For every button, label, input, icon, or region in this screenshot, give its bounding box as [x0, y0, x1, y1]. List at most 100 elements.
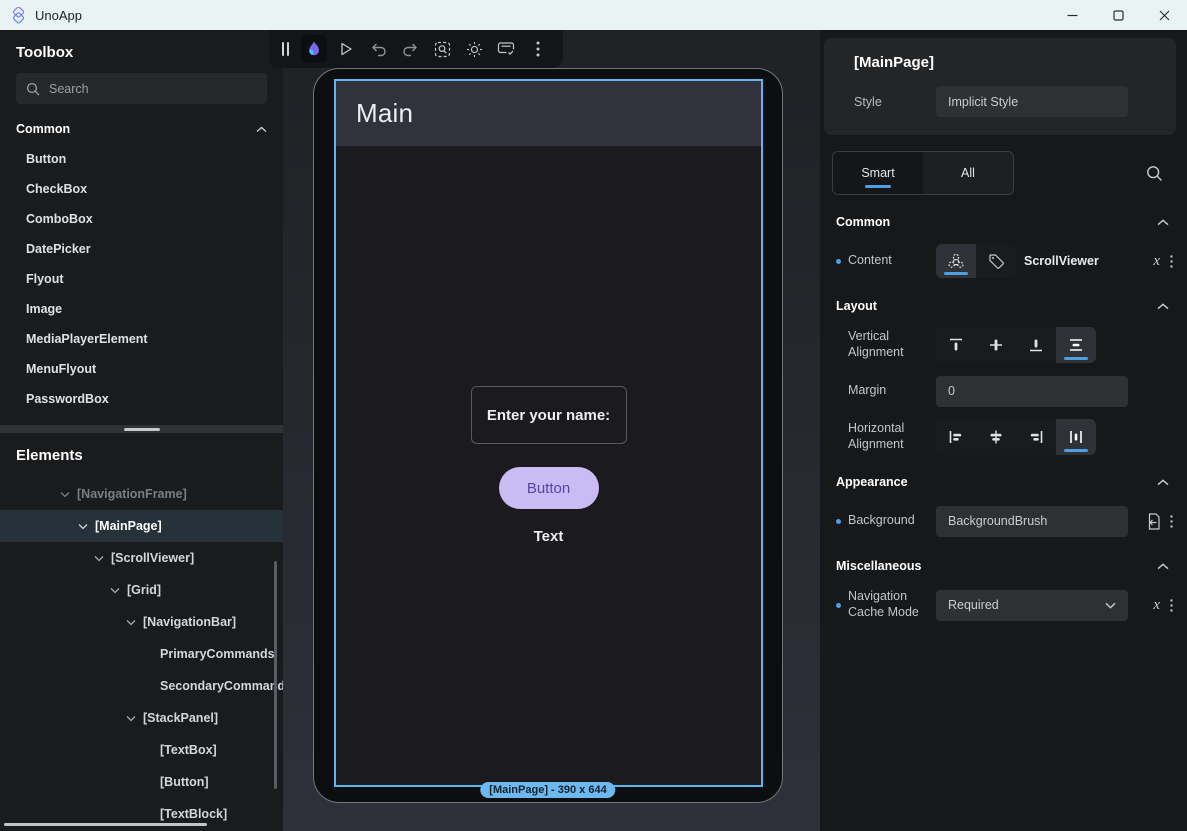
- chevron-down-icon[interactable]: [110, 587, 120, 594]
- section-appearance[interactable]: Appearance: [820, 471, 1187, 493]
- tree-item-secondarycommands[interactable]: SecondaryCommands: [0, 670, 283, 702]
- phone-nav-bar[interactable]: Main: [336, 81, 761, 146]
- property-row-navigation-cache-mode: Navigation Cache Mode Required x: [820, 587, 1187, 623]
- tab-all[interactable]: All: [923, 152, 1013, 194]
- kebab-menu-icon[interactable]: [1170, 515, 1173, 528]
- chevron-down-icon[interactable]: [126, 619, 136, 626]
- toolbox-item-menuflyout[interactable]: MenuFlyout: [0, 354, 283, 384]
- chevron-up-icon: [1157, 479, 1169, 486]
- maximize-button[interactable]: [1095, 0, 1141, 30]
- undo-icon: [370, 42, 387, 57]
- tree-item-primarycommands[interactable]: PrimaryCommands: [0, 638, 283, 670]
- modified-indicator-dot: [836, 519, 841, 524]
- inspect-element-button[interactable]: [429, 35, 455, 63]
- halign-stretch-button[interactable]: [1056, 419, 1096, 455]
- theme-toggle-button[interactable]: [461, 35, 487, 63]
- kebab-menu-icon[interactable]: [1170, 599, 1173, 612]
- close-button[interactable]: [1141, 0, 1187, 30]
- play-icon: [338, 41, 354, 57]
- valign-stretch-button[interactable]: [1056, 327, 1096, 363]
- redo-button[interactable]: [397, 35, 423, 63]
- toolbox-item-button[interactable]: Button: [0, 144, 283, 174]
- minimize-button[interactable]: [1049, 0, 1095, 30]
- device-options-button[interactable]: [493, 35, 519, 63]
- margin-label: Margin: [848, 383, 926, 399]
- kebab-menu-icon[interactable]: [1170, 255, 1173, 268]
- property-row-margin: Margin 0: [820, 373, 1187, 409]
- tree-item-textbox[interactable]: [TextBox]: [0, 734, 283, 766]
- valign-top-button[interactable]: [936, 327, 976, 363]
- uno-logo-icon: [10, 7, 27, 24]
- toolbar-drag-handle-icon[interactable]: [279, 35, 291, 63]
- chevron-down-icon[interactable]: [60, 491, 70, 498]
- element-tree: [NavigationFrame] [MainPage] [ScrollView…: [0, 478, 283, 830]
- stretch-horizontal-icon: [1067, 428, 1085, 446]
- phone-page-body[interactable]: Enter your name: Button Text: [336, 146, 761, 785]
- elements-horizontal-scrollbar[interactable]: [4, 823, 207, 826]
- toolbox-item-flyout[interactable]: Flyout: [0, 264, 283, 294]
- tree-item-button[interactable]: [Button]: [0, 766, 283, 798]
- toolbox-item-image[interactable]: Image: [0, 294, 283, 324]
- toolbox-item-mediaplayerelement[interactable]: MediaPlayerElement: [0, 324, 283, 354]
- toolbox-item-checkbox[interactable]: CheckBox: [0, 174, 283, 204]
- properties-search-icon[interactable]: [1146, 165, 1163, 182]
- tree-item-navigationbar[interactable]: [NavigationBar]: [0, 606, 283, 638]
- chevron-down-icon[interactable]: [94, 555, 104, 562]
- horizontal-alignment-toggle: [936, 419, 1096, 455]
- tag-icon: [988, 253, 1005, 270]
- content-value[interactable]: ScrollViewer: [1024, 254, 1099, 268]
- mainpage-selection-outline[interactable]: Main Enter your name: Button Text: [334, 79, 763, 787]
- halign-left-button[interactable]: [936, 419, 976, 455]
- panel-splitter[interactable]: [0, 425, 283, 433]
- toolbox-section-common[interactable]: Common: [0, 118, 283, 140]
- content-element-mode-button[interactable]: [936, 244, 976, 278]
- toolbox-item-combobox[interactable]: ComboBox: [0, 204, 283, 234]
- elements-panel: Elements [NavigationFrame] [MainPage] [S…: [0, 433, 283, 831]
- resource-reference-icon[interactable]: [1146, 513, 1160, 530]
- tab-smart[interactable]: Smart: [833, 152, 923, 194]
- margin-input[interactable]: 0: [936, 376, 1128, 407]
- binding-icon[interactable]: x: [1153, 597, 1160, 614]
- hot-design-flame-button[interactable]: [301, 35, 327, 63]
- phone-textbox[interactable]: Enter your name:: [471, 386, 627, 444]
- phone-page-title[interactable]: Main: [356, 98, 413, 129]
- toolbox-item-datepicker[interactable]: DatePicker: [0, 234, 283, 264]
- background-input[interactable]: BackgroundBrush: [936, 506, 1128, 537]
- chevron-down-icon: [1105, 602, 1116, 609]
- tree-item-mainpage[interactable]: [MainPage]: [0, 510, 283, 542]
- tree-item-scrollviewer[interactable]: [ScrollViewer]: [0, 542, 283, 574]
- design-canvas[interactable]: Main Enter your name: Button Text [MainP…: [283, 30, 820, 831]
- tree-item-stackpanel[interactable]: [StackPanel]: [0, 702, 283, 734]
- navigation-cache-mode-dropdown[interactable]: Required: [936, 590, 1128, 621]
- property-row-background: Background BackgroundBrush: [820, 503, 1187, 539]
- halign-center-button[interactable]: [976, 419, 1016, 455]
- properties-tab-group: Smart All: [832, 151, 1014, 195]
- stretch-vertical-icon: [1067, 336, 1085, 354]
- section-miscellaneous[interactable]: Miscellaneous: [820, 555, 1187, 577]
- elements-vertical-scrollbar[interactable]: [274, 561, 277, 789]
- toolbox-search-input[interactable]: Search: [16, 73, 267, 104]
- title-bar: UnoApp: [0, 0, 1187, 30]
- tree-item-navigationframe[interactable]: [NavigationFrame]: [0, 478, 283, 510]
- valign-center-button[interactable]: [976, 327, 1016, 363]
- device-options-icon: [497, 41, 515, 57]
- undo-button[interactable]: [365, 35, 391, 63]
- phone-button[interactable]: Button: [499, 467, 599, 509]
- halign-right-button[interactable]: [1016, 419, 1056, 455]
- play-button[interactable]: [333, 35, 359, 63]
- section-layout[interactable]: Layout: [820, 295, 1187, 317]
- more-menu-button[interactable]: [525, 35, 551, 63]
- toolbox-title: Toolbox: [0, 30, 283, 61]
- valign-bottom-button[interactable]: [1016, 327, 1056, 363]
- phone-textblock[interactable]: Text: [534, 528, 564, 545]
- binding-icon[interactable]: x: [1153, 253, 1160, 270]
- style-label: Style: [854, 95, 936, 109]
- horizontal-alignment-label: Horizontal Alignment: [848, 421, 926, 452]
- section-common[interactable]: Common: [820, 211, 1187, 233]
- tree-item-grid[interactable]: [Grid]: [0, 574, 283, 606]
- content-tag-mode-button[interactable]: [976, 244, 1016, 278]
- chevron-down-icon[interactable]: [78, 523, 88, 530]
- chevron-down-icon[interactable]: [126, 715, 136, 722]
- style-input[interactable]: Implicit Style: [936, 86, 1128, 117]
- toolbox-item-passwordbox[interactable]: PasswordBox: [0, 384, 283, 414]
